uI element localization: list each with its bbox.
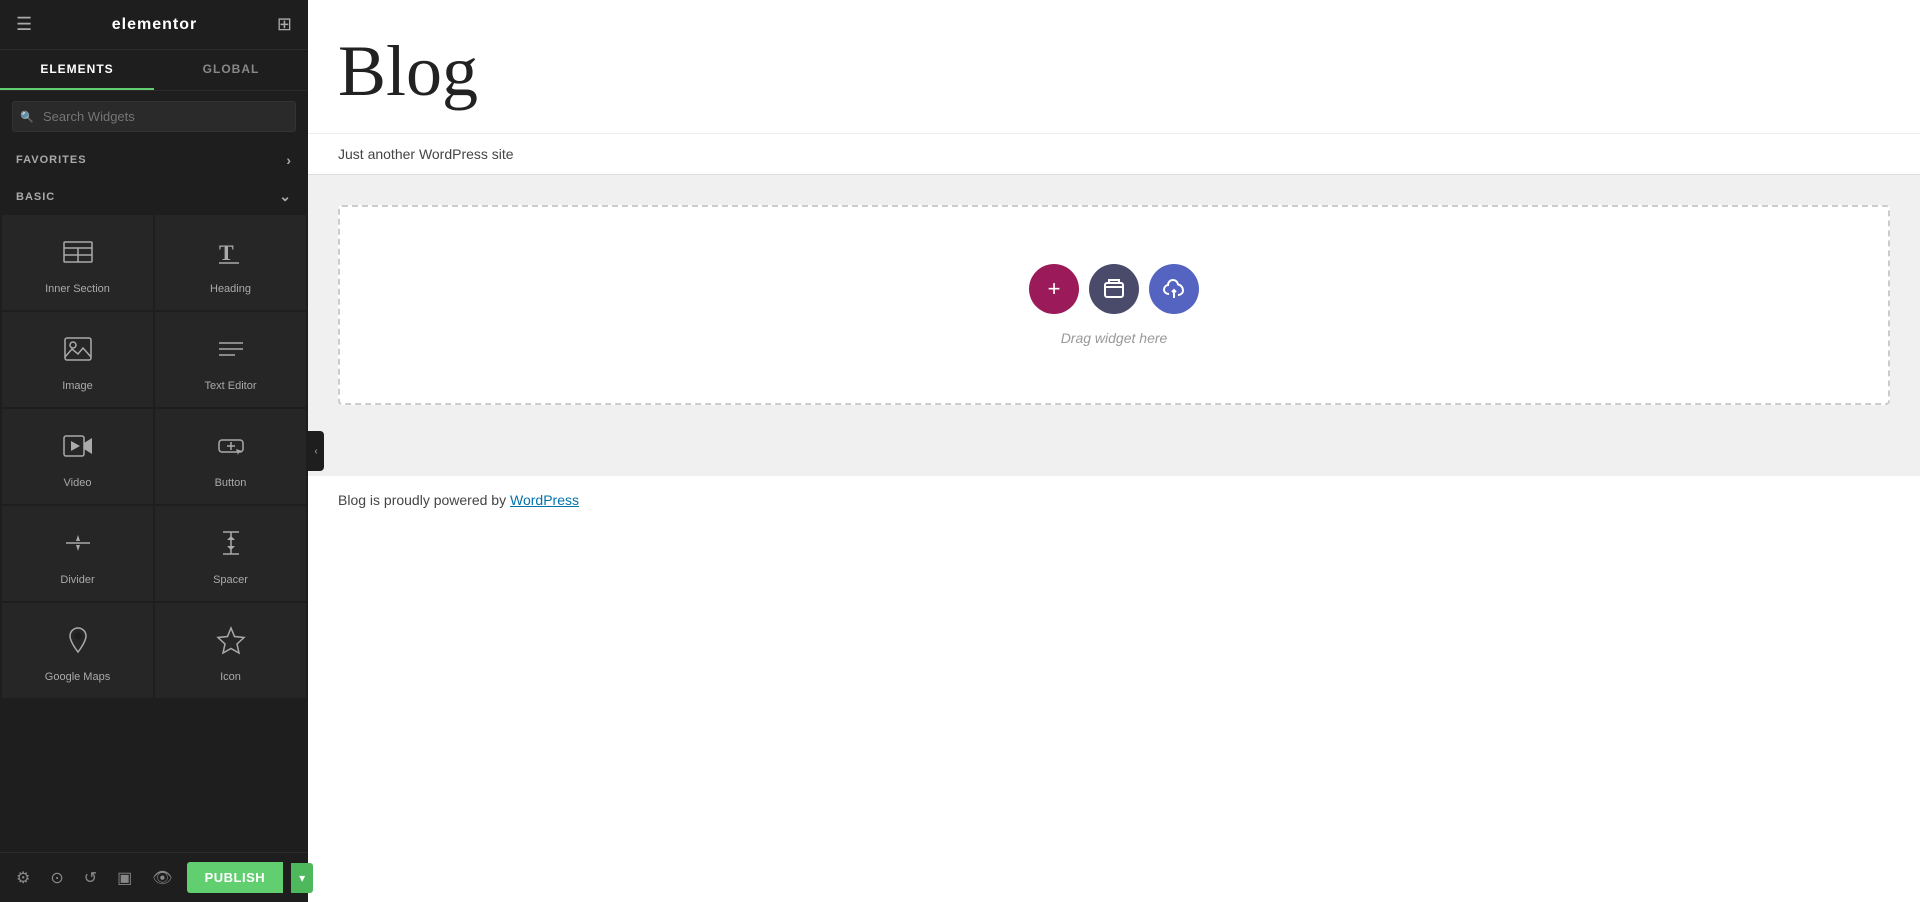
- history-icon[interactable]: ↺: [78, 862, 103, 894]
- collapse-handle[interactable]: ‹: [308, 431, 324, 471]
- divider-icon: [62, 527, 94, 566]
- video-label: Video: [64, 477, 92, 489]
- menu-icon[interactable]: ☰: [16, 14, 32, 35]
- canvas: Blog Just another WordPress site +: [308, 0, 1920, 902]
- widget-video[interactable]: Video: [2, 409, 153, 504]
- canvas-footer: Blog is proudly powered by WordPress: [308, 475, 1920, 524]
- inner-section-icon: [62, 236, 94, 275]
- text-editor-icon: [215, 333, 247, 372]
- text-editor-label: Text Editor: [205, 380, 257, 392]
- image-label: Image: [62, 380, 93, 392]
- widget-button[interactable]: Button: [155, 409, 306, 504]
- google-maps-label: Google Maps: [45, 671, 110, 683]
- add-widget-button[interactable]: +: [1029, 264, 1079, 314]
- subtitle-text: Just another WordPress site: [338, 146, 514, 162]
- blog-title: Blog: [338, 30, 1890, 113]
- subtitle-bar: Just another WordPress site: [308, 134, 1920, 175]
- drop-zone-container: +: [308, 175, 1920, 475]
- favorites-label: FAVORITES: [16, 154, 87, 166]
- icon-widget-icon: [215, 624, 247, 663]
- inner-section-label: Inner Section: [45, 283, 110, 295]
- publish-dropdown-button[interactable]: ▾: [291, 863, 313, 893]
- sidebar-tabs: ELEMENTS GLOBAL: [0, 50, 308, 91]
- settings-icon[interactable]: ⚙: [10, 862, 36, 894]
- eye-icon[interactable]: 👁: [146, 862, 178, 894]
- sidebar: ☰ elementor ⊞ ELEMENTS GLOBAL FAVORITES …: [0, 0, 308, 902]
- add-cloud-button[interactable]: [1149, 264, 1199, 314]
- spacer-label: Spacer: [213, 574, 248, 586]
- blog-title-section: Blog: [308, 0, 1920, 134]
- widget-inner-section[interactable]: Inner Section: [2, 215, 153, 310]
- search-input[interactable]: [12, 101, 296, 132]
- heading-icon: T: [215, 236, 247, 275]
- add-template-button[interactable]: [1089, 264, 1139, 314]
- video-icon: [62, 430, 94, 469]
- sidebar-logo: elementor: [112, 16, 197, 34]
- main-content: Blog Just another WordPress site +: [308, 0, 1920, 902]
- sidebar-header: ☰ elementor ⊞: [0, 0, 308, 50]
- footer-link[interactable]: WordPress: [510, 492, 579, 508]
- section-basic[interactable]: BASIC ⌄: [0, 178, 308, 215]
- tab-global[interactable]: GLOBAL: [154, 50, 308, 90]
- image-icon: [62, 333, 94, 372]
- button-icon: [215, 430, 247, 469]
- spacer-icon: [215, 527, 247, 566]
- widgets-grid: Inner Section T Heading Image: [0, 215, 308, 698]
- widget-text-editor[interactable]: Text Editor: [155, 312, 306, 407]
- google-maps-icon: [62, 624, 94, 663]
- icon-label: Icon: [220, 671, 241, 683]
- section-favorites[interactable]: FAVORITES ›: [0, 142, 308, 178]
- widget-image[interactable]: Image: [2, 312, 153, 407]
- drag-hint: Drag widget here: [1061, 330, 1168, 346]
- heading-label: Heading: [210, 283, 251, 295]
- drop-zone-actions: +: [1029, 264, 1199, 314]
- widget-heading[interactable]: T Heading: [155, 215, 306, 310]
- grid-icon[interactable]: ⊞: [277, 14, 292, 35]
- layers-icon[interactable]: ⊙: [44, 862, 69, 894]
- search-bar: [0, 91, 308, 142]
- search-wrapper: [12, 101, 296, 132]
- basic-label: BASIC: [16, 191, 55, 203]
- widget-icon[interactable]: Icon: [155, 603, 306, 698]
- publish-button[interactable]: PUBLISH: [187, 862, 284, 893]
- tab-elements[interactable]: ELEMENTS: [0, 50, 154, 90]
- widget-divider[interactable]: Divider: [2, 506, 153, 601]
- sidebar-bottom: ⚙ ⊙ ↺ ▣ 👁 PUBLISH ▾: [0, 852, 308, 902]
- drop-zone[interactable]: +: [338, 205, 1890, 405]
- divider-label: Divider: [60, 574, 94, 586]
- svg-text:T: T: [219, 240, 234, 265]
- widget-google-maps[interactable]: Google Maps: [2, 603, 153, 698]
- widget-spacer[interactable]: Spacer: [155, 506, 306, 601]
- button-label: Button: [215, 477, 247, 489]
- basic-arrow: ⌄: [279, 188, 292, 205]
- footer-text: Blog is proudly powered by: [338, 492, 510, 508]
- responsive-icon[interactable]: ▣: [111, 862, 138, 894]
- favorites-arrow: ›: [286, 152, 292, 168]
